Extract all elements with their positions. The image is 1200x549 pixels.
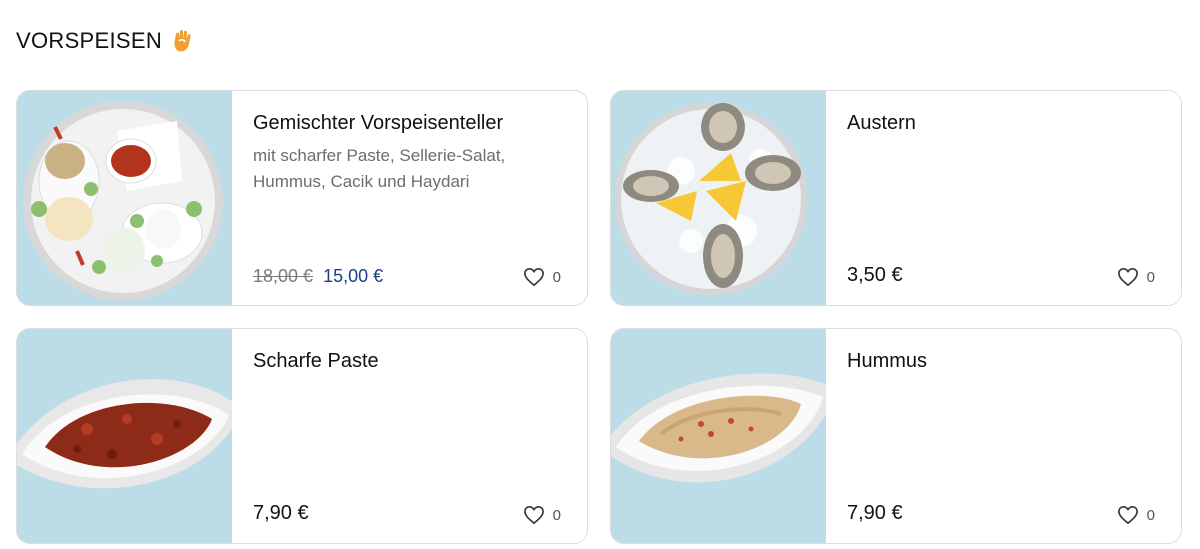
- price: 7,90 €: [253, 502, 309, 524]
- favorite-button[interactable]: 0: [1117, 505, 1155, 525]
- hand-icon: [172, 29, 194, 53]
- price-row: 7,90 €: [847, 502, 903, 525]
- heart-icon: [1117, 505, 1138, 525]
- product-name[interactable]: Hummus: [847, 349, 1159, 373]
- product-card[interactable]: Austern 3,50 € 0: [610, 90, 1182, 306]
- product-image-spicy-paste[interactable]: [17, 329, 232, 543]
- old-price: 18,00 €: [253, 266, 314, 286]
- product-image-hummus[interactable]: [611, 329, 826, 543]
- sale-price: 15,00 €: [323, 266, 384, 286]
- price-row: 7,90 €: [253, 502, 309, 525]
- heart-icon: [523, 267, 544, 287]
- section-title: VORSPEISEN: [16, 28, 163, 53]
- favorite-count: 0: [552, 506, 561, 524]
- heart-icon: [523, 505, 544, 525]
- price-row: 3,50 €: [847, 264, 903, 287]
- section-header: VORSPEISEN: [16, 26, 194, 56]
- favorite-count: 0: [552, 268, 561, 286]
- product-name[interactable]: Scharfe Paste: [253, 349, 565, 373]
- product-description: mit scharfer Paste, Sellerie-Salat, Humm…: [253, 146, 506, 191]
- favorite-button[interactable]: 0: [523, 505, 561, 525]
- price: 3,50 €: [847, 264, 903, 286]
- product-card[interactable]: Scharfe Paste 7,90 € 0: [16, 328, 588, 544]
- price: 7,90 €: [847, 502, 903, 524]
- product-name[interactable]: Gemischter Vorspeisenteller: [253, 111, 565, 135]
- product-image-oysters[interactable]: [611, 91, 826, 305]
- favorite-count: 0: [1146, 268, 1155, 286]
- price-row: 18,00 € 15,00 €: [253, 266, 383, 287]
- favorite-count: 0: [1146, 506, 1155, 524]
- product-card[interactable]: Hummus 7,90 € 0: [610, 328, 1182, 544]
- favorite-button[interactable]: 0: [1117, 267, 1155, 287]
- favorite-button[interactable]: 0: [523, 267, 561, 287]
- product-image-mixed-appetizer[interactable]: [17, 91, 232, 305]
- product-card[interactable]: Gemischter Vorspeisenteller mit scharfer…: [16, 90, 588, 306]
- heart-icon: [1117, 267, 1138, 287]
- product-name[interactable]: Austern: [847, 111, 1159, 135]
